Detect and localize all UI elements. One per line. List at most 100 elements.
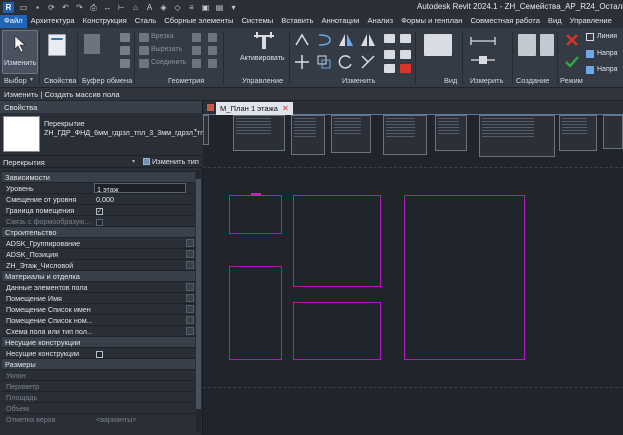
group-construction[interactable]: Строительство xyxy=(2,226,195,237)
tab-structure[interactable]: Конструкция xyxy=(79,15,131,28)
tag-icon[interactable]: ⌂ xyxy=(131,3,140,12)
floor-boundary[interactable] xyxy=(229,266,282,360)
parameter-button[interactable] xyxy=(186,250,194,258)
cut-clipboard-icon[interactable] xyxy=(120,33,130,42)
parameter-button[interactable] xyxy=(186,305,194,313)
tab-architecture[interactable]: Архитектура xyxy=(27,15,79,28)
floor-boundary[interactable] xyxy=(293,302,381,360)
level-field[interactable]: 1 этаж xyxy=(94,183,186,194)
tab-precast[interactable]: Сборные элементы xyxy=(160,15,237,28)
span-direction-icon[interactable] xyxy=(586,66,594,74)
finish-edit-icon[interactable] xyxy=(565,55,579,69)
tab-steel[interactable]: Сталь xyxy=(131,15,161,28)
undo-icon[interactable]: ↶ xyxy=(61,3,70,12)
align-icon[interactable] xyxy=(294,33,310,47)
open-icon[interactable]: ▭ xyxy=(19,3,28,12)
tab-collaborate[interactable]: Совместная работа xyxy=(466,15,543,28)
chevron-down-icon[interactable]: ▾ xyxy=(194,127,197,134)
measure-ribbon-icon[interactable] xyxy=(470,36,496,46)
unpin-icon[interactable] xyxy=(400,50,411,59)
split-face-icon[interactable] xyxy=(208,33,217,42)
text-icon[interactable]: A xyxy=(145,3,154,12)
save-icon[interactable]: ▪ xyxy=(33,3,42,12)
create-group-icon[interactable] xyxy=(540,34,554,56)
view-icon[interactable] xyxy=(424,34,452,56)
tab-annotate[interactable]: Аннотации xyxy=(317,15,363,28)
split-icon[interactable] xyxy=(384,34,395,43)
parameter-button[interactable] xyxy=(186,283,194,291)
revit-logo[interactable]: R xyxy=(3,2,14,13)
measure-icon[interactable]: ↔ xyxy=(103,3,112,12)
property-value[interactable] xyxy=(94,238,186,248)
pin-icon[interactable] xyxy=(400,34,411,43)
group-materials[interactable]: Материалы и отделка xyxy=(2,270,195,281)
property-value[interactable] xyxy=(94,282,186,292)
tab-manage[interactable]: Управление xyxy=(566,15,616,28)
cancel-edit-icon[interactable] xyxy=(565,33,579,47)
unjoin-icon[interactable] xyxy=(208,59,217,68)
properties-scrollbar[interactable] xyxy=(196,171,201,433)
line-label[interactable]: Линия xyxy=(597,33,617,40)
paste-icon[interactable] xyxy=(84,34,100,54)
tab-view[interactable]: Вид xyxy=(544,15,566,28)
copy-element-icon[interactable] xyxy=(316,54,332,70)
parameter-button[interactable] xyxy=(186,327,194,335)
tab-massing[interactable]: Формы и генплан xyxy=(397,15,466,28)
property-value[interactable] xyxy=(94,326,186,336)
cut-label[interactable]: Врезка xyxy=(151,33,174,40)
parameter-button[interactable] xyxy=(186,294,194,302)
property-value[interactable] xyxy=(94,293,186,303)
dimension-ribbon-icon[interactable] xyxy=(470,54,496,66)
scrollbar-thumb[interactable] xyxy=(196,179,201,409)
parameter-button[interactable] xyxy=(186,316,194,324)
join-icon[interactable] xyxy=(139,59,149,68)
parameter-button[interactable] xyxy=(186,261,194,269)
array-icon[interactable] xyxy=(384,50,395,59)
3d-icon[interactable]: ◈ xyxy=(159,3,168,12)
property-value[interactable] xyxy=(94,249,186,259)
create-parts-icon[interactable] xyxy=(518,34,536,56)
slope-arrow-icon[interactable] xyxy=(586,50,594,58)
dimension-icon[interactable]: ⊢ xyxy=(117,3,126,12)
paint-icon[interactable] xyxy=(192,33,201,42)
line-icon[interactable] xyxy=(586,33,594,41)
cope-icon[interactable] xyxy=(139,33,149,42)
join-label[interactable]: Соединить xyxy=(151,59,186,66)
offset-icon[interactable] xyxy=(316,33,332,47)
room-bounding-checkbox[interactable]: ✓ xyxy=(96,207,103,215)
instance-filter[interactable]: Перекрытия ▾ Изменить тип xyxy=(0,155,203,168)
drawing-canvas[interactable] xyxy=(203,115,623,435)
close-icon[interactable]: ✕ xyxy=(282,104,289,113)
filter-value[interactable]: Перекрытия xyxy=(3,158,45,167)
mirror-icon[interactable] xyxy=(338,33,354,47)
group-constraints[interactable]: Зависимости xyxy=(2,171,195,182)
group-structural[interactable]: Несущие конструкции xyxy=(2,336,195,347)
floor-boundary[interactable] xyxy=(229,195,282,234)
tab-insert[interactable]: Вставить xyxy=(277,15,317,28)
cut-geometry-icon[interactable] xyxy=(139,46,149,55)
tab-systems[interactable]: Системы xyxy=(237,15,277,28)
type-selector[interactable]: Перекрытие ZH_ГДР_ФНД_6мм_гдрзл_тпл_3_3м… xyxy=(0,113,238,155)
offset-field[interactable]: 0,000 xyxy=(94,194,186,204)
activate-label[interactable]: Активировать xyxy=(240,55,285,62)
activate-icon[interactable] xyxy=(252,32,276,52)
property-value[interactable] xyxy=(94,260,186,270)
parameter-button[interactable] xyxy=(186,239,194,247)
floor-boundary[interactable] xyxy=(293,195,381,287)
match-icon[interactable] xyxy=(120,59,130,68)
direction-label-1[interactable]: Напра xyxy=(597,50,618,57)
trim-icon[interactable] xyxy=(360,54,376,70)
property-value[interactable] xyxy=(94,304,186,314)
group-dimensions[interactable]: Размеры xyxy=(2,358,195,369)
delete-icon[interactable] xyxy=(400,64,411,73)
thin-lines-icon[interactable]: ≡ xyxy=(187,3,196,12)
print-icon[interactable]: ⎙ xyxy=(89,3,98,12)
edit-type-button[interactable]: Изменить тип xyxy=(143,157,199,166)
floor-boundary[interactable] xyxy=(404,195,525,360)
copy-icon[interactable] xyxy=(120,46,130,55)
tab-analyze[interactable]: Анализ xyxy=(363,15,397,28)
select-dropdown-icon[interactable]: ▾ xyxy=(30,76,33,83)
wall-joins-icon[interactable] xyxy=(192,46,201,55)
sync-icon[interactable]: ⟳ xyxy=(47,3,56,12)
structural-checkbox[interactable] xyxy=(96,350,103,358)
